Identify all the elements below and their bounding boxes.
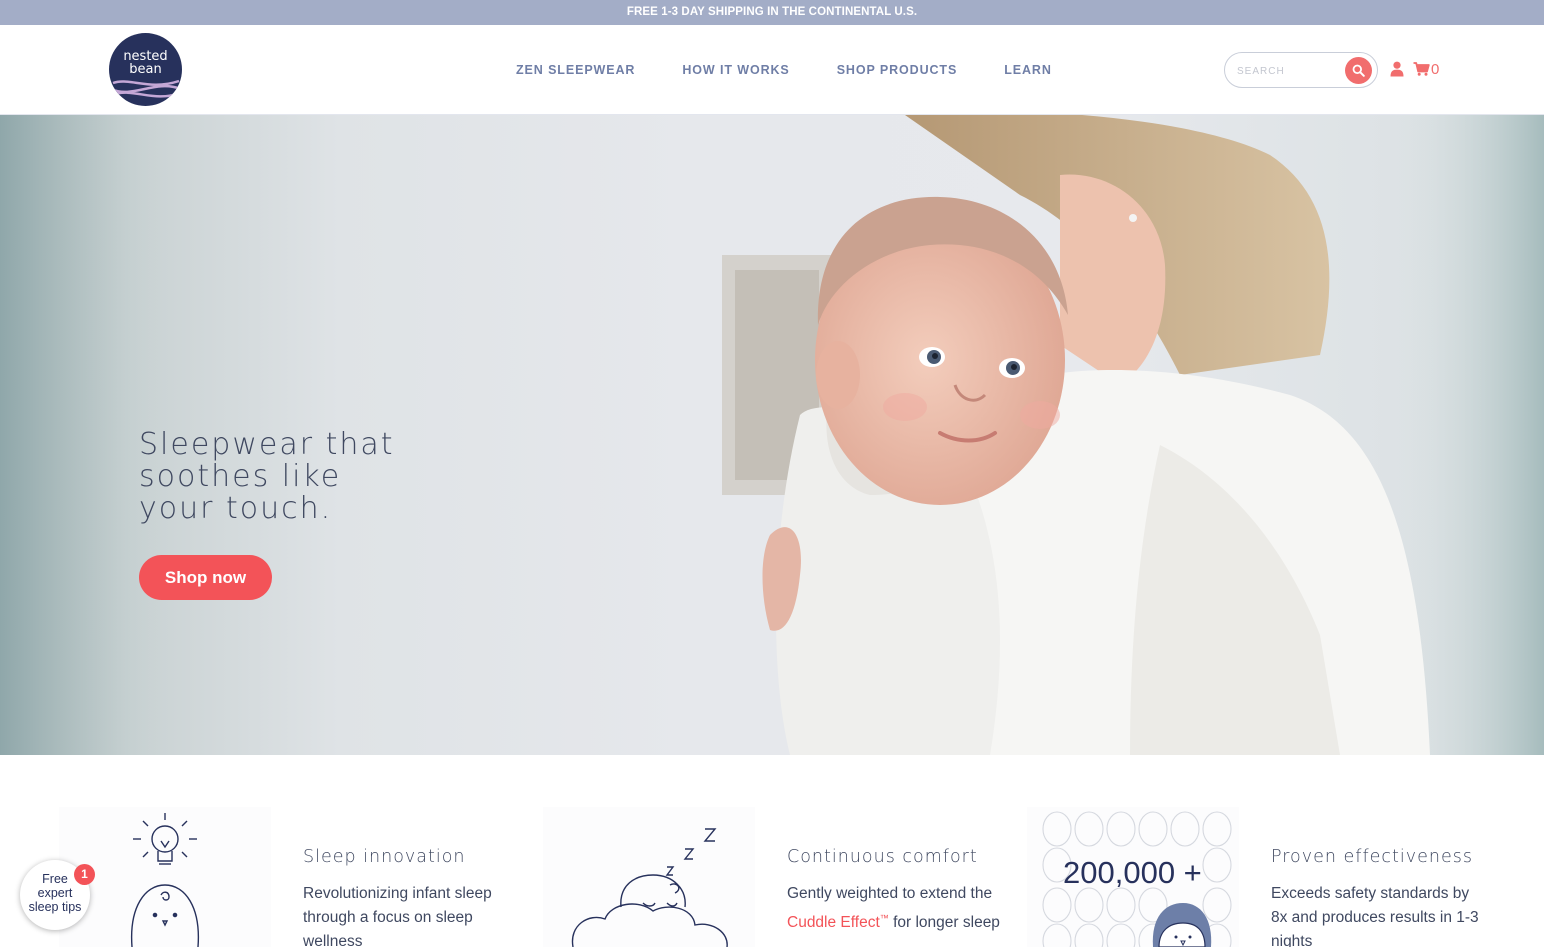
- search-box: [1224, 52, 1378, 88]
- tips-line-3: sleep tips: [28, 900, 82, 914]
- site-header: nested bean ZEN SLEEPWEAR HOW IT WORKS S…: [0, 25, 1544, 115]
- hero-banner: Sleepwear that soothes like your touch. …: [0, 115, 1544, 755]
- nav-how-it-works[interactable]: HOW IT WORKS: [682, 63, 789, 77]
- logo-line-2: bean: [129, 62, 162, 77]
- hero-headline-line-2: soothes like: [139, 459, 342, 494]
- nested-bean-logo[interactable]: nested bean: [109, 33, 182, 106]
- logo-swirl-graphic: [110, 79, 182, 98]
- user-icon[interactable]: [1390, 61, 1404, 77]
- feature-desc-text: Gently weighted to extend the: [787, 885, 993, 902]
- nav-zen-sleepwear[interactable]: ZEN SLEEPWEAR: [516, 63, 635, 77]
- notification-badge: 1: [74, 864, 95, 885]
- feature-title-continuous-comfort: Continuous comfort: [787, 847, 978, 867]
- search-input[interactable]: [1237, 62, 1337, 80]
- feature-desc-proven-effectiveness: Exceeds safety standards by 8x and produ…: [1271, 885, 1479, 947]
- features-section: Sleep innovation Revolutionizing infant …: [0, 755, 1544, 947]
- feature-title-sleep-innovation: Sleep innovation: [303, 847, 466, 867]
- feature-desc-continuous-comfort: Gently weighted to extend the Cuddle Eff…: [787, 882, 1002, 935]
- feature-desc-sleep-innovation: Revolutionizing infant sleep through a f…: [303, 885, 492, 947]
- search-icon: [1352, 64, 1365, 77]
- tips-line-2: expert: [37, 886, 73, 900]
- main-nav: ZEN SLEEPWEAR HOW IT WORKS SHOP PRODUCTS…: [516, 63, 1099, 77]
- families-counter: 200,000 +: [1063, 855, 1202, 890]
- hero-headline: Sleepwear that soothes like your touch.: [139, 429, 439, 525]
- search-button[interactable]: [1345, 57, 1372, 84]
- nav-learn[interactable]: LEARN: [1004, 63, 1052, 77]
- sleeping-cloud-icon: [571, 828, 728, 947]
- feature-image-continuous-comfort: [543, 807, 755, 947]
- hero-headline-line-1: Sleepwear that: [139, 427, 395, 462]
- cuddle-effect-link[interactable]: Cuddle Effect: [787, 914, 880, 931]
- hero-headline-line-3: your touch.: [139, 491, 333, 526]
- cart-count: 0: [1431, 60, 1440, 78]
- trademark-symbol: ™: [879, 913, 889, 923]
- feature-title-proven-effectiveness: Proven effectiveness: [1271, 847, 1473, 867]
- nav-shop-products[interactable]: SHOP PRODUCTS: [837, 63, 958, 77]
- announcement-bar: FREE 1-3 DAY SHIPPING IN THE CONTINENTAL…: [0, 0, 1544, 25]
- feature-desc-text-end: for longer sleep: [888, 914, 1000, 932]
- cart-icon: [1413, 62, 1430, 76]
- shop-now-button[interactable]: Shop now: [139, 555, 272, 600]
- cart-button[interactable]: 0: [1413, 60, 1439, 78]
